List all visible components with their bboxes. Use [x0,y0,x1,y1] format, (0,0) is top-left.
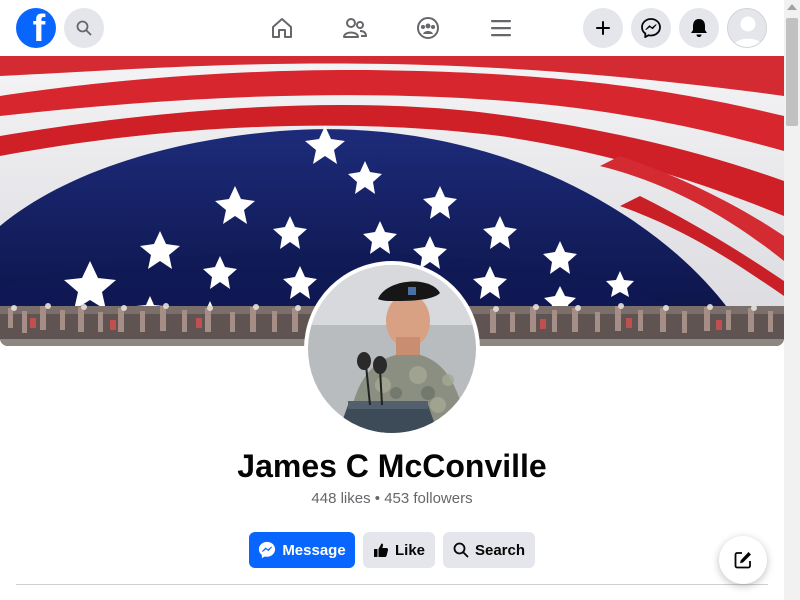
section-divider [16,584,768,585]
nav-groups[interactable] [412,12,444,44]
messenger-button[interactable] [631,8,671,48]
nav-friends[interactable] [339,12,371,44]
create-button[interactable] [583,8,623,48]
scroll-up-arrow-icon[interactable] [787,4,797,10]
thumbs-up-icon [373,543,389,557]
nav-home[interactable] [266,12,298,44]
account-avatar[interactable] [727,8,767,48]
search-button[interactable] [64,8,104,48]
profile-picture[interactable] [304,261,480,437]
home-icon [272,18,292,38]
search-icon [453,542,469,558]
search-icon [76,20,92,36]
message-button[interactable]: Message [249,532,355,568]
search-button-label: Search [474,541,526,559]
facebook-logo-letter: f [32,8,46,48]
page-scrollbar[interactable] [784,0,800,600]
profile-photo-image [308,265,476,433]
page-search-button[interactable]: Search [443,532,535,568]
plus-icon [596,21,610,35]
messenger-icon [641,18,661,38]
top-navigation-bar: f [0,0,784,56]
compose-icon [734,552,751,569]
messenger-icon [259,541,276,559]
message-button-label: Message [282,541,346,559]
avatar [728,9,766,47]
scroll-thumb[interactable] [786,18,798,126]
likes-followers-count[interactable]: 448 likes • 453 followers [0,490,784,507]
friends-icon [343,18,368,38]
nav-menu[interactable] [485,12,517,44]
bell-icon [691,19,707,37]
facebook-logo[interactable]: f [16,8,56,48]
notifications-button[interactable] [679,8,719,48]
page-title: James C McConville [237,448,547,484]
new-message-button[interactable] [719,536,767,584]
menu-icon [491,20,511,37]
groups-icon [417,17,439,39]
like-button[interactable]: Like [363,532,435,568]
like-button-label: Like [394,541,425,559]
